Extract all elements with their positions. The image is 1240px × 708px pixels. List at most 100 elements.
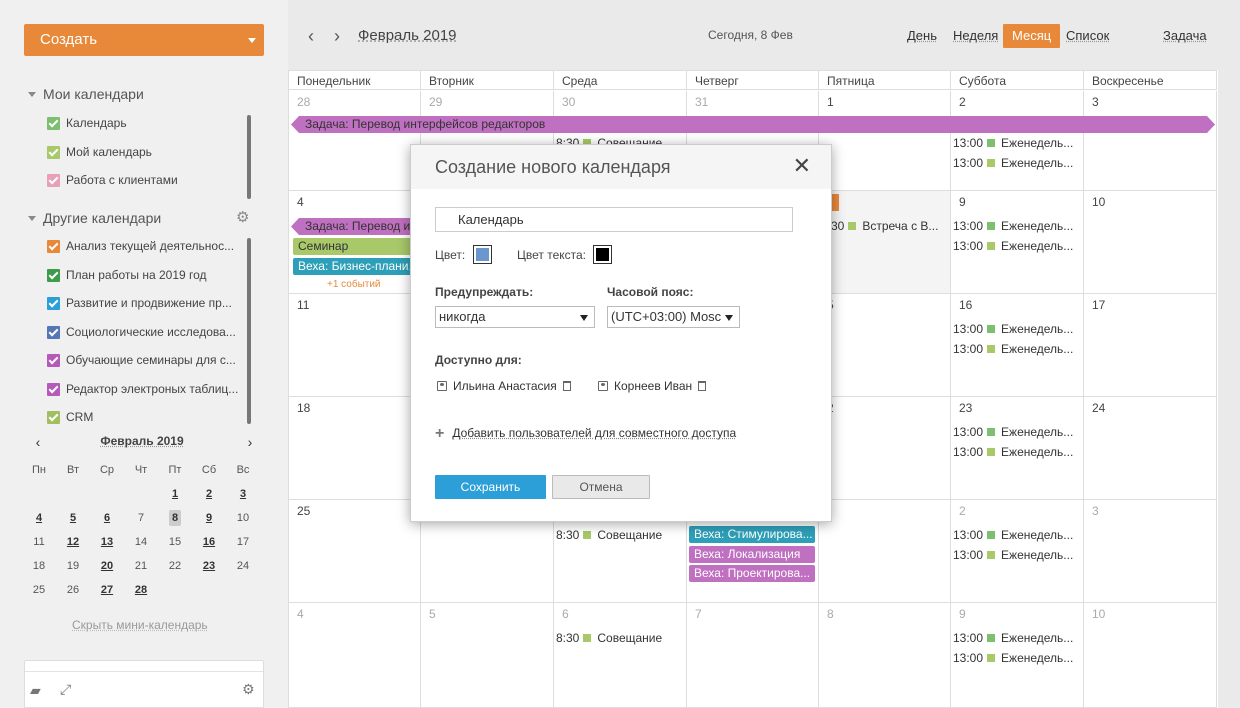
day-cell[interactable]: 3 (1084, 91, 1217, 191)
task-button[interactable]: Задача (1159, 24, 1211, 48)
other-calendar-item[interactable]: Анализ текущей деятельнос... (40, 232, 250, 261)
calendar-event[interactable]: Веха: Стимулирова... (689, 526, 815, 543)
warn-select[interactable]: никогда (435, 306, 595, 328)
mini-day[interactable]: 5 (56, 506, 90, 530)
checkbox-icon[interactable] (47, 117, 60, 130)
day-cell[interactable]: 4 (289, 603, 421, 708)
timed-event[interactable]: 13:00 Еженедель... (953, 133, 1081, 153)
mini-day[interactable]: 24 (226, 554, 260, 578)
day-cell[interactable]: 10 (1084, 191, 1217, 294)
day-cell[interactable] (819, 500, 951, 603)
mini-day[interactable]: 2 (192, 482, 226, 506)
calendar-event[interactable]: Веха: Проектирова... (689, 565, 815, 582)
checkbox-icon[interactable] (47, 174, 60, 187)
view-month[interactable]: Месяц (1003, 24, 1061, 48)
view-day[interactable]: День (903, 24, 941, 48)
mini-day[interactable]: 1 (158, 482, 192, 506)
day-cell[interactable]: 10 (1084, 603, 1217, 708)
calendar-event[interactable]: Задача: Перевод интерфейсов редакторов (291, 116, 1215, 133)
mini-day[interactable]: 22 (158, 554, 192, 578)
mini-day[interactable]: 17 (226, 530, 260, 554)
mini-day[interactable]: 4 (22, 506, 56, 530)
day-cell[interactable]: 1 (819, 91, 951, 191)
mini-day[interactable]: 8 (158, 506, 192, 530)
my-calendar-item[interactable]: Календарь (40, 109, 250, 138)
mini-day[interactable]: 11 (22, 530, 56, 554)
color-swatch[interactable] (473, 245, 492, 264)
more-events-link[interactable]: +1 событий (327, 279, 381, 290)
view-list[interactable]: Список (1062, 24, 1113, 48)
day-cell[interactable]: 6 (554, 603, 687, 708)
checkbox-icon[interactable] (47, 325, 60, 339)
calendar-event[interactable]: Веха: Бизнес-плани... (293, 258, 417, 275)
mini-day[interactable]: 28 (124, 578, 158, 602)
mini-day[interactable]: 21 (124, 554, 158, 578)
timed-event[interactable]: 13:00 Еженедель... (953, 545, 1081, 565)
calendar-event[interactable]: Задача: Перевод и (291, 218, 419, 235)
mini-day[interactable]: 6 (90, 506, 124, 530)
checkbox-icon[interactable] (47, 354, 60, 367)
other-calendar-item[interactable]: Социологические исследова... (40, 318, 250, 347)
today-label[interactable]: Сегодня, 8 Фев (708, 28, 793, 42)
mini-day[interactable]: 15 (158, 530, 192, 554)
mini-next-icon[interactable]: › (240, 434, 260, 450)
text-color-swatch[interactable] (593, 245, 612, 264)
day-cell[interactable]: 2 (819, 397, 951, 500)
create-button[interactable]: Создать (24, 24, 264, 56)
mini-day[interactable]: 19 (56, 554, 90, 578)
mini-day[interactable]: 14 (124, 530, 158, 554)
checkbox-icon[interactable] (47, 268, 60, 282)
mini-day[interactable]: 16 (192, 530, 226, 554)
timed-event[interactable]: 8:30 Встреча с В... (821, 216, 949, 236)
mini-day[interactable]: 10 (226, 506, 260, 530)
mini-day[interactable]: 26 (56, 578, 90, 602)
mini-day[interactable]: 12 (56, 530, 90, 554)
timed-event[interactable]: 13:00 Еженедель... (953, 648, 1081, 668)
cancel-button[interactable]: Отмена (552, 475, 650, 499)
dropdown-caret-icon[interactable] (248, 38, 256, 43)
gear-icon[interactable]: ⚙ (236, 210, 251, 225)
mini-day[interactable]: 18 (22, 554, 56, 578)
other-calendar-item[interactable]: Развитие и продвижение пр... (40, 289, 250, 318)
chat-icon[interactable]: ▰ (30, 682, 41, 699)
prev-month-icon[interactable]: ‹ (308, 26, 314, 47)
day-cell[interactable]: 17 (1084, 294, 1217, 397)
calendar-event[interactable]: Веха: Локализация (689, 546, 815, 563)
mini-day[interactable]: 20 (90, 554, 124, 578)
other-calendars-title[interactable]: Другие календари (28, 210, 161, 226)
current-month[interactable]: Февраль 2019 (358, 27, 457, 44)
day-cell[interactable]: 5 (421, 603, 554, 708)
settings-gear-icon[interactable]: ⚙ (242, 681, 255, 698)
timed-event[interactable]: 8:30 Совещание (556, 525, 684, 545)
day-cell[interactable]: 7 (687, 603, 819, 708)
other-calendar-item[interactable]: Редактор электроных таблиц... (40, 375, 250, 404)
timed-event[interactable]: 13:00 Еженедель... (953, 153, 1081, 173)
other-calendars-scrollbar[interactable] (247, 238, 251, 424)
other-calendar-item[interactable]: CRM (40, 403, 250, 432)
mini-day[interactable]: 25 (22, 578, 56, 602)
my-calendar-item[interactable]: Работа с клиентами (40, 166, 250, 195)
timed-event[interactable]: 13:00 Еженедель... (953, 339, 1081, 359)
add-shared-users-link[interactable]: + Добавить пользователей для совместного … (435, 424, 736, 442)
my-calendar-item[interactable]: Мой календарь (40, 138, 250, 167)
calendar-event[interactable]: Семинар (293, 238, 417, 255)
close-icon[interactable]: ✕ (793, 155, 811, 177)
timed-event[interactable]: 13:00 Еженедель... (953, 216, 1081, 236)
mini-calendar-title[interactable]: Февраль 2019 (22, 434, 262, 448)
checkbox-icon[interactable] (47, 145, 60, 159)
timed-event[interactable]: 13:00 Еженедель... (953, 319, 1081, 339)
timezone-select[interactable]: (UTC+03:00) Mosc (607, 306, 740, 328)
expand-icon[interactable]: ⤢ (60, 681, 71, 698)
timed-event[interactable]: 13:00 Еженедель... (953, 628, 1081, 648)
day-cell[interactable]: 25 (289, 500, 421, 603)
timed-event[interactable]: 13:00 Еженедель... (953, 236, 1081, 256)
mini-day[interactable]: 7 (124, 506, 158, 530)
my-calendars-title[interactable]: Мои календари (28, 86, 144, 102)
my-calendars-scrollbar[interactable] (247, 115, 251, 199)
day-cell[interactable]: 18 (289, 397, 421, 500)
mini-day[interactable]: 3 (226, 482, 260, 506)
view-week[interactable]: Неделя (949, 24, 1002, 48)
other-calendar-item[interactable]: Обучающие семинары для с... (40, 346, 250, 375)
day-cell[interactable]: 5 (819, 294, 951, 397)
other-calendar-item[interactable]: План работы на 2019 год (40, 261, 250, 290)
